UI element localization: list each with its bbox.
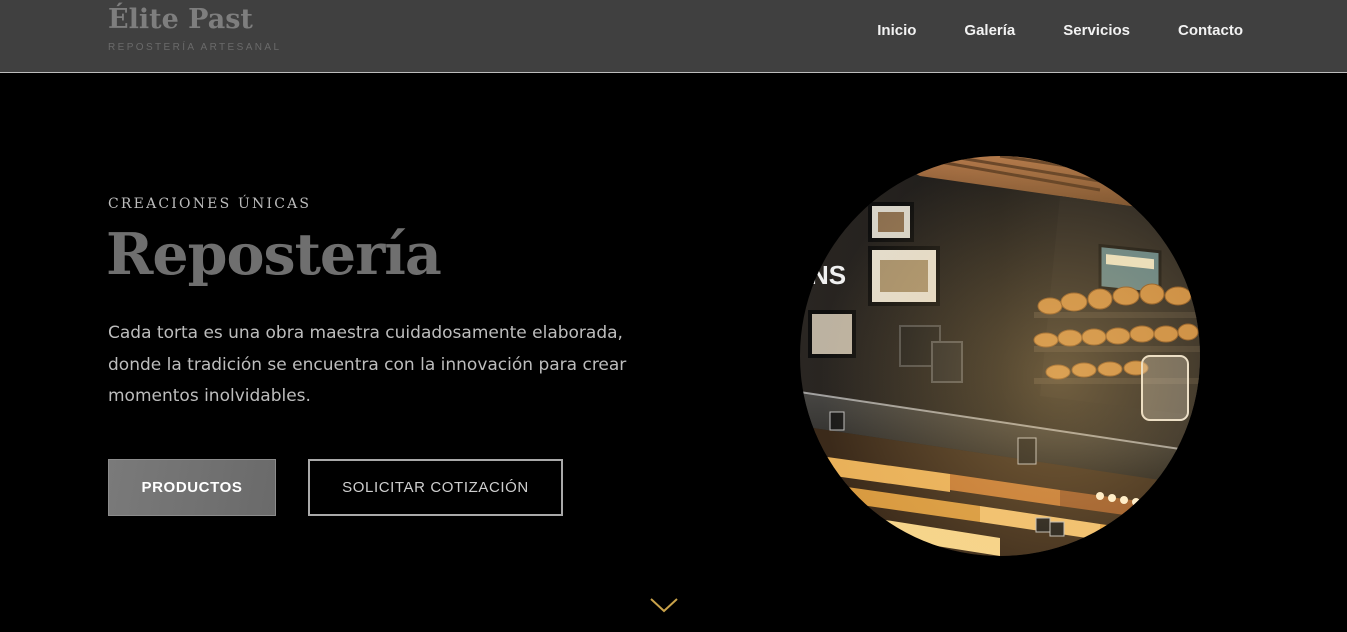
hero-description: Cada torta es una obra maestra cuidadosa… — [108, 323, 627, 406]
site-header: Élite Past REPOSTERÍA ARTESANAL Inicio G… — [0, 0, 1347, 73]
brand-logo[interactable]: Élite Past REPOSTERÍA ARTESANAL — [108, 2, 281, 53]
products-button[interactable]: PRODUCTOS — [108, 459, 276, 516]
nav-item-contacto[interactable]: Contacto — [1178, 21, 1243, 41]
nav-item-inicio[interactable]: Inicio — [877, 21, 916, 41]
request-quote-button[interactable]: SOLICITAR COTIZACIÓN — [308, 459, 563, 516]
brand-title: Élite Past — [108, 4, 253, 35]
bakery-display-image: NS — [800, 156, 1200, 556]
main-nav: Inicio Galería Servicios Contacto — [877, 21, 1243, 41]
nav-item-galeria[interactable]: Galería — [964, 21, 1015, 41]
hero-eyebrow: CREACIONES ÚNICAS — [108, 196, 312, 212]
brand-subtitle: REPOSTERÍA ARTESANAL — [108, 42, 282, 53]
hero-title: Repostería — [106, 221, 442, 288]
chevron-down-icon[interactable] — [649, 596, 679, 614]
nav-item-servicios[interactable]: Servicios — [1063, 21, 1130, 41]
